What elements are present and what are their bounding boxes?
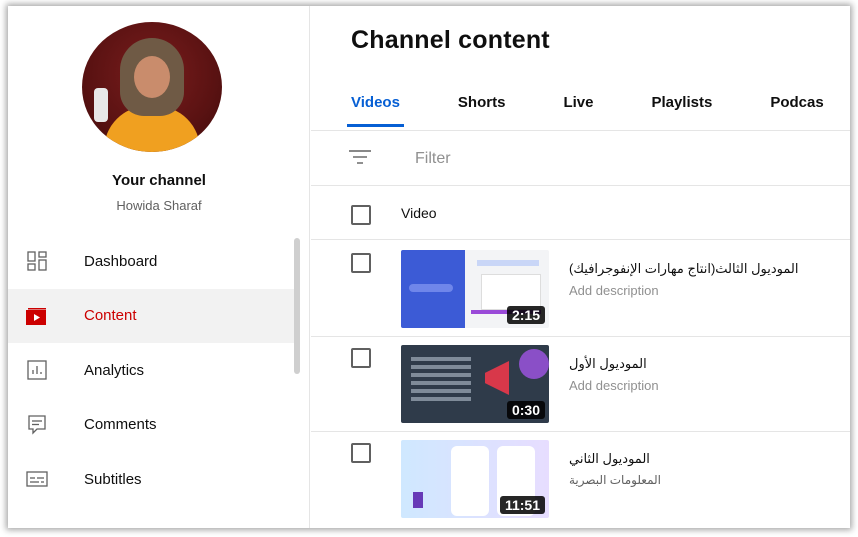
table-row[interactable]: 2:15 الموديول الثالث(انتاج مهارات الإنفو… <box>311 241 850 337</box>
video-thumbnail[interactable]: 2:15 <box>401 250 549 328</box>
video-thumbnail[interactable]: 11:51 <box>401 440 549 518</box>
thumbnail-text-lines <box>411 357 471 361</box>
thumbnail-bar <box>477 260 539 266</box>
tab-shorts[interactable]: Shorts <box>458 90 506 128</box>
filter-bar <box>311 131 850 186</box>
comments-icon <box>26 414 48 436</box>
channel-avatar[interactable] <box>82 22 222 152</box>
filter-input[interactable] <box>415 147 715 171</box>
table-header: Video <box>311 187 850 240</box>
thumbnail-circle <box>519 349 549 379</box>
subtitles-icon <box>26 468 48 490</box>
tab-podcasts[interactable]: Podcas <box>770 90 823 128</box>
select-all-checkbox[interactable] <box>351 205 371 225</box>
tab-playlists[interactable]: Playlists <box>651 90 712 128</box>
sidebar-item-comments[interactable]: Comments <box>8 398 300 453</box>
sidebar-item-subtitles[interactable]: Subtitles <box>8 452 300 507</box>
sidebar-item-content[interactable]: Content <box>8 288 300 343</box>
analytics-icon <box>26 359 48 381</box>
video-duration: 2:15 <box>506 306 545 324</box>
channel-name: Howida Sharaf <box>116 198 202 213</box>
avatar-face <box>134 56 170 98</box>
sidebar-item-dashboard[interactable]: Dashboard <box>8 234 300 289</box>
video-description[interactable]: المعلومات البصرية <box>569 473 661 487</box>
page-title: Channel content <box>351 26 550 54</box>
video-thumbnail[interactable]: 0:30 <box>401 345 549 423</box>
sidebar-nav: Dashboard Content Analytics Comments Sub… <box>8 234 300 507</box>
sidebar-item-label: Subtitles <box>84 470 142 488</box>
sidebar-item-label: Comments <box>84 416 157 434</box>
row-checkbox[interactable] <box>351 253 371 273</box>
table-row[interactable]: 0:30 الموديول الأول Add description <box>311 336 850 432</box>
sidebar-scrollbar[interactable] <box>294 238 300 374</box>
table-row[interactable]: 11:51 الموديول الثاني المعلومات البصرية <box>311 431 850 527</box>
video-duration: 0:30 <box>506 401 545 419</box>
video-title[interactable]: الموديول الأول <box>569 356 647 372</box>
sidebar: Your channel Howida Sharaf Dashboard Con… <box>8 6 310 528</box>
filter-icon[interactable] <box>349 149 371 167</box>
dashboard-icon <box>26 250 48 272</box>
thumbnail-card <box>451 446 489 516</box>
thumbnail-panel <box>401 250 465 328</box>
row-checkbox[interactable] <box>351 443 371 463</box>
sidebar-item-label: Analytics <box>84 361 145 379</box>
thumbnail-pill <box>409 284 453 292</box>
avatar-bottle <box>94 88 108 122</box>
forms-icon <box>413 492 423 508</box>
content-tabs: Videos Shorts Live Playlists Podcas <box>347 90 850 128</box>
channel-title: Your channel <box>112 172 206 189</box>
sidebar-item-label: Dashboard <box>84 252 158 270</box>
video-title[interactable]: الموديول الثاني <box>569 451 650 467</box>
row-checkbox[interactable] <box>351 348 371 368</box>
video-duration: 11:51 <box>499 496 545 514</box>
content-icon <box>26 305 48 327</box>
sidebar-item-analytics[interactable]: Analytics <box>8 343 300 398</box>
video-description[interactable]: Add description <box>569 283 659 298</box>
sidebar-item-label: Content <box>84 307 137 325</box>
thumbnail-doc <box>481 274 541 310</box>
column-header-video: Video <box>401 205 437 221</box>
studio-window: Your channel Howida Sharaf Dashboard Con… <box>8 6 850 528</box>
video-title[interactable]: الموديول الثالث(انتاج مهارات الإنفوجرافي… <box>569 261 798 277</box>
video-description[interactable]: Add description <box>569 378 659 393</box>
tab-live[interactable]: Live <box>563 90 593 128</box>
tab-videos[interactable]: Videos <box>347 90 404 128</box>
main-content: Channel content Videos Shorts Live Playl… <box>311 6 850 528</box>
